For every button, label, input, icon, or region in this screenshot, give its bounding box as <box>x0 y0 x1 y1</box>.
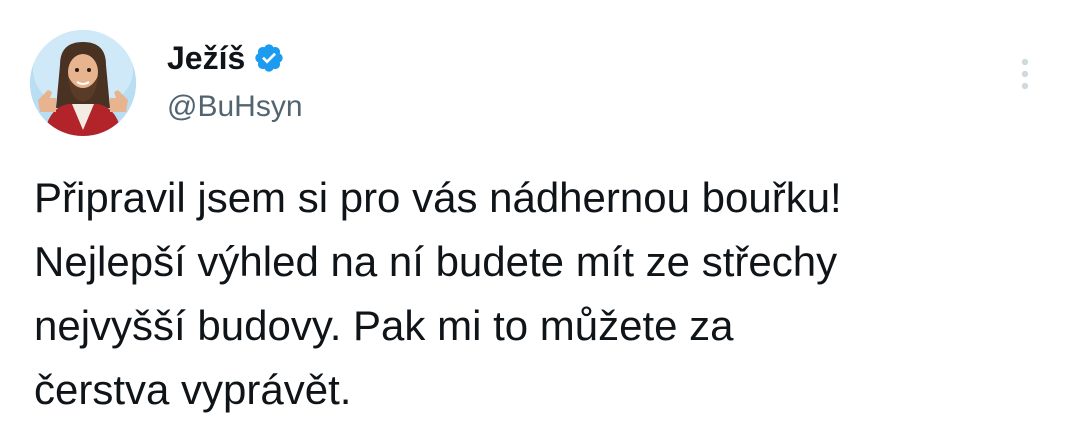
verified-badge-icon[interactable] <box>253 42 285 74</box>
avatar-image <box>30 30 136 136</box>
tweet-text-line: Připravil jsem si pro vás nádhernou bouř… <box>34 174 842 221</box>
tweet-text-line: čerstva vyprávět. <box>34 366 352 413</box>
tweet-text: Připravil jsem si pro vás nádhernou bouř… <box>34 166 1044 422</box>
avatar[interactable] <box>30 30 136 136</box>
more-options-button[interactable] <box>1010 50 1040 98</box>
tweet-text-line: Nejlepší výhled na ní budete mít ze stře… <box>34 238 838 285</box>
author-name-row: Ježíš <box>167 38 285 78</box>
tweet-text-line: nejvyšší budovy. Pak mi to můžete za <box>34 302 734 349</box>
author-handle[interactable]: @BuHsyn <box>167 88 303 126</box>
more-options-icon <box>1021 58 1029 90</box>
author-display-name[interactable]: Ježíš <box>167 38 245 78</box>
tweet: Ježíš @BuHsyn Připravil jsem si pro vás … <box>0 0 1080 439</box>
